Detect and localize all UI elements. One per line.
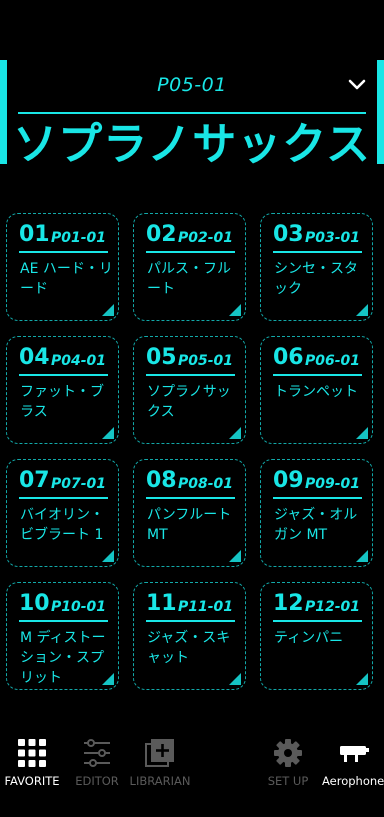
card-patch-name: パンフルート MT (147, 507, 232, 543)
card-patch-code: P12-01 (304, 599, 360, 615)
favorite-card-06[interactable]: 06 P06-01 トランペット (260, 336, 373, 444)
card-patch-code: P03-01 (304, 230, 360, 246)
card-patch-name: パルス・フルート (147, 261, 231, 297)
tab-editor[interactable]: EDITOR (70, 732, 124, 792)
favorite-card-11[interactable]: 11 P11-01 ジャズ・スキャット (133, 582, 246, 690)
resize-corner-icon (356, 427, 368, 439)
chevron-down-icon[interactable] (348, 78, 366, 92)
favorite-card-05[interactable]: 05 P05-01 ソプラノサックス (133, 336, 246, 444)
resize-corner-icon (229, 673, 241, 685)
resize-corner-icon (102, 304, 114, 316)
card-number: 06 (273, 345, 304, 370)
card-number: 07 (19, 468, 50, 493)
card-number: 04 (19, 345, 50, 370)
aerophone-device-icon (340, 746, 369, 762)
card-patch-code: P04-01 (50, 353, 106, 369)
resize-corner-icon (229, 550, 241, 562)
card-number: 10 (19, 591, 50, 616)
tab-setup[interactable]: SET UP (262, 732, 314, 792)
card-patch-name: トランペット (274, 384, 358, 400)
favorite-card-12[interactable]: 12 P12-01 ティンパニ (260, 582, 373, 690)
resize-corner-icon (102, 673, 114, 685)
card-patch-name: ファット・ブラス (20, 384, 104, 420)
add-library-icon (145, 739, 174, 767)
tab-aerophone-label: Aerophone (322, 774, 384, 788)
card-patch-name: AE ハード・リード (20, 261, 113, 297)
card-patch-code: P08-01 (177, 476, 233, 492)
resize-corner-icon (102, 550, 114, 562)
resize-corner-icon (229, 304, 241, 316)
favorite-card-02[interactable]: 02 P02-01 パルス・フルート (133, 213, 246, 321)
card-patch-code: P06-01 (304, 353, 360, 369)
card-number: 05 (146, 345, 177, 370)
resize-corner-icon (356, 673, 368, 685)
resize-corner-icon (356, 304, 368, 316)
card-patch-code: P05-01 (177, 353, 233, 369)
favorite-card-10[interactable]: 10 P10-01 M ディストーション・スプリット (6, 582, 119, 690)
tab-favorite-label: FAVORITE (4, 774, 60, 788)
card-patch-code: P10-01 (50, 599, 106, 615)
card-patch-name: シンセ・スタック (274, 261, 358, 297)
card-number: 03 (273, 222, 304, 247)
tab-favorite[interactable]: FAVORITE (2, 732, 62, 792)
favorite-card-04[interactable]: 04 P04-01 ファット・ブラス (6, 336, 119, 444)
card-patch-code: P02-01 (177, 230, 233, 246)
current-patch-name: ソプラノサックス (13, 119, 371, 170)
card-number: 01 (19, 222, 50, 247)
card-patch-code: P11-01 (177, 599, 233, 615)
card-number: 08 (146, 468, 177, 493)
resize-corner-icon (229, 427, 241, 439)
card-patch-code: P07-01 (50, 476, 106, 492)
card-divider (146, 251, 235, 253)
card-divider (146, 497, 235, 499)
card-patch-code: P09-01 (304, 476, 360, 492)
favorite-card-09[interactable]: 09 P09-01 ジャズ・オルガン MT (260, 459, 373, 567)
card-divider (273, 374, 362, 376)
grid-icon (18, 739, 46, 767)
favorite-card-03[interactable]: 03 P03-01 シンセ・スタック (260, 213, 373, 321)
card-patch-name: ジャズ・オルガン MT (274, 507, 358, 543)
card-patch-code: P01-01 (50, 230, 106, 246)
bottom-navigation: FAVORITE EDITOR LIBRARIAN SET UP Aeropho… (0, 732, 384, 802)
current-patch-code[interactable]: P05-01 (0, 74, 384, 96)
card-number: 11 (146, 591, 177, 616)
card-divider (273, 620, 362, 622)
card-patch-name: バイオリン・ビブラート 1 (20, 507, 104, 543)
gear-icon (274, 739, 302, 767)
card-patch-name: ジャズ・スキャット (147, 630, 231, 666)
resize-corner-icon (102, 427, 114, 439)
card-patch-name: M ディストーション・スプリット (20, 630, 106, 686)
card-divider (19, 497, 108, 499)
card-divider (146, 620, 235, 622)
card-number: 02 (146, 222, 177, 247)
card-divider (146, 374, 235, 376)
card-divider (19, 374, 108, 376)
sliders-icon (84, 739, 110, 767)
card-number: 09 (273, 468, 304, 493)
card-number: 12 (273, 591, 304, 616)
card-divider (273, 497, 362, 499)
favorite-card-01[interactable]: 01 P01-01 AE ハード・リード (6, 213, 119, 321)
tab-editor-label: EDITOR (75, 774, 119, 788)
favorite-card-07[interactable]: 07 P07-01 バイオリン・ビブラート 1 (6, 459, 119, 567)
resize-corner-icon (356, 550, 368, 562)
tab-aerophone[interactable]: Aerophone (322, 732, 384, 792)
card-patch-name: ティンパニ (274, 630, 344, 646)
card-patch-name: ソプラノサックス (147, 384, 231, 420)
card-divider (19, 620, 108, 622)
tab-librarian[interactable]: LIBRARIAN (128, 732, 192, 792)
favorite-card-08[interactable]: 08 P08-01 パンフルート MT (133, 459, 246, 567)
card-divider (273, 251, 362, 253)
tab-librarian-label: LIBRARIAN (129, 774, 191, 788)
card-divider (19, 251, 108, 253)
tab-setup-label: SET UP (267, 774, 309, 788)
